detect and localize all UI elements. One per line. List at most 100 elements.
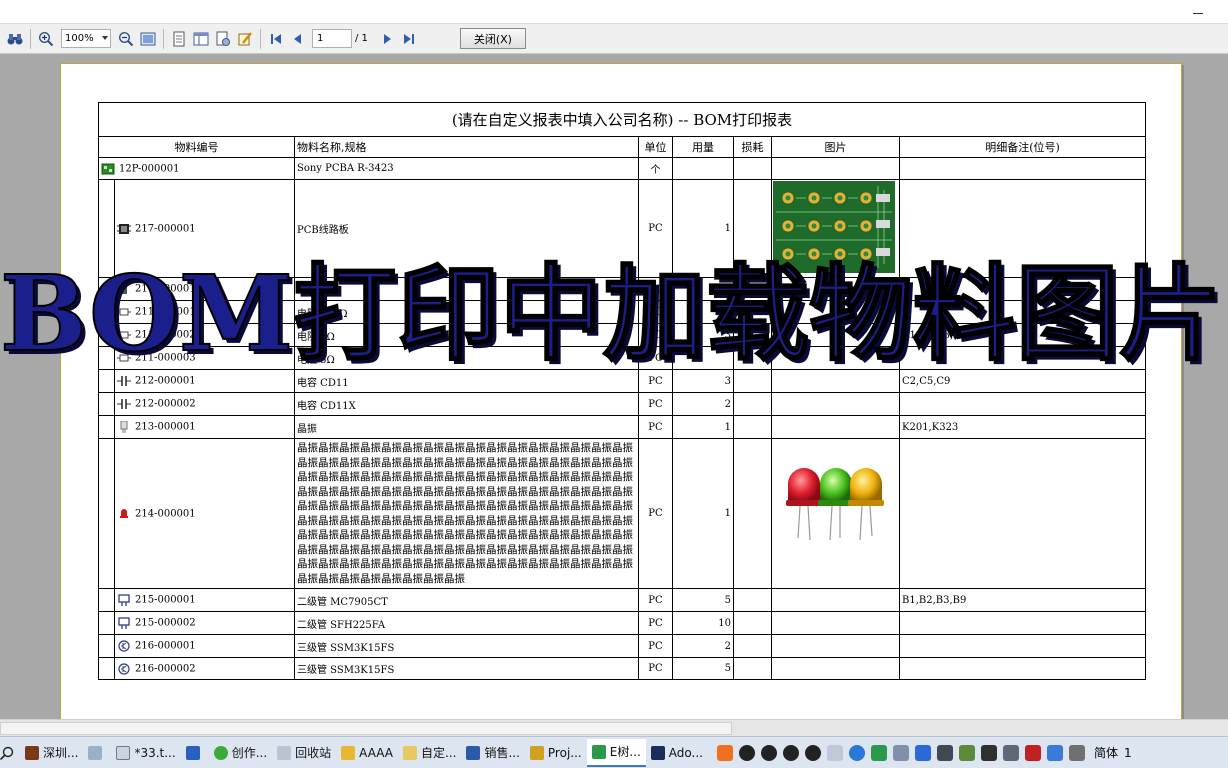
taskbar-item[interactable]: Proj...: [525, 739, 587, 767]
taskbar-item-label: E树...: [609, 745, 641, 759]
taskbar-item[interactable]: 深圳...: [20, 739, 83, 767]
unit-cell: PC: [638, 611, 673, 635]
table-row[interactable]: 217-000001 PCB线路板 PC 1: [98, 179, 1146, 278]
table-row[interactable]: 215-000001 二级管 MC7905CT PC 5 B1,B2,B3,B9: [98, 588, 1146, 612]
clock[interactable]: 1: [1124, 746, 1132, 760]
qq-icon[interactable]: [804, 744, 821, 761]
qq-icon[interactable]: [738, 744, 755, 761]
table-row[interactable]: 211-000003 电阻 5Ω PC: [98, 346, 1146, 370]
horizontal-scrollbar[interactable]: [0, 719, 1228, 736]
image-cell: [771, 300, 900, 324]
taskbar-item[interactable]: 自定...: [398, 739, 461, 767]
minimize-button[interactable]: [1190, 2, 1206, 16]
tray-app-icon[interactable]: [980, 744, 997, 761]
image-cell: [771, 588, 900, 612]
binoculars-icon[interactable]: [5, 29, 25, 49]
image-cell: [771, 438, 900, 589]
page-number-input[interactable]: 1: [312, 29, 352, 48]
scrollbar-thumb[interactable]: [0, 722, 732, 735]
taskbar-item[interactable]: [181, 739, 209, 767]
table-row[interactable]: 212-000002 电容 CD11X PC 2: [98, 392, 1146, 416]
image-cell: [771, 657, 900, 680]
shield-icon[interactable]: [936, 744, 953, 761]
loss-cell: [733, 438, 772, 589]
taskbar-item[interactable]: Ado...: [646, 739, 708, 767]
table-row[interactable]: 215-000002 二级管 SFH225FA PC 10: [98, 611, 1146, 635]
wifi-icon[interactable]: [892, 744, 909, 761]
app-icon: [25, 745, 39, 760]
tray-app-icon[interactable]: [1046, 744, 1063, 761]
edit-report-icon[interactable]: [235, 29, 255, 49]
single-page-icon[interactable]: [169, 29, 189, 49]
ic-chip-icon: [119, 284, 127, 294]
first-page-icon[interactable]: [266, 29, 286, 49]
table-row[interactable]: 216-000002 三级管 SSM3K15FS PC 5: [98, 657, 1146, 680]
loss-cell: [733, 657, 772, 680]
search-icon[interactable]: [0, 739, 20, 767]
tray-app-icon[interactable]: [1002, 744, 1019, 761]
taskbar-item[interactable]: *33.t...: [111, 739, 180, 767]
table-row[interactable]: 12P-000001 Sony PCBA R-3423 个: [98, 157, 1146, 180]
qq-icon[interactable]: [782, 744, 799, 761]
table-header-row: 物料编号 物料名称,规格 单位 用量 损耗 图片 明细备注(位号): [98, 136, 1146, 158]
unit-cell: PC: [638, 392, 673, 416]
qq-icon[interactable]: [760, 744, 777, 761]
taskbar-item[interactable]: 创作...: [209, 739, 272, 767]
loss-cell: [733, 300, 772, 324]
tray-app-icon[interactable]: [848, 744, 865, 761]
unit-cell: PC: [638, 323, 673, 347]
tray-app-icon[interactable]: [958, 744, 975, 761]
page-setup-icon[interactable]: [213, 29, 233, 49]
qty-cell: 3: [672, 323, 734, 347]
tray-app-icon[interactable]: [716, 744, 733, 761]
header-qty: 用量: [672, 136, 734, 158]
name-cell: 三级管 SSM3K15FS: [294, 657, 639, 680]
name-cell: 电容 CD11: [294, 369, 639, 393]
prev-page-icon[interactable]: [288, 29, 308, 49]
unit-cell: PC: [638, 179, 673, 278]
zoom-select[interactable]: 100%: [61, 29, 111, 48]
page-layout-icon[interactable]: [191, 29, 211, 49]
word-icon: [466, 745, 481, 760]
next-page-icon[interactable]: [377, 29, 397, 49]
qty-cell: 1: [672, 179, 734, 278]
tray-app-icon[interactable]: [1024, 744, 1041, 761]
loss-cell: [733, 392, 772, 416]
code-cell: 210-000001: [114, 277, 295, 301]
tray-app-icon[interactable]: [1068, 744, 1085, 761]
tray-app-icon[interactable]: [870, 744, 887, 761]
zoom-out-icon[interactable]: [116, 29, 136, 49]
table-row[interactable]: 210-000001 IC PC: [98, 277, 1146, 301]
qty-cell: [672, 157, 734, 180]
remark-cell: [899, 300, 1146, 324]
taskbar-item[interactable]: 回收站: [272, 739, 336, 767]
fit-page-icon[interactable]: [138, 29, 158, 49]
taskbar-item-label: 销售...: [484, 746, 520, 760]
last-page-icon[interactable]: [399, 29, 419, 49]
unit-cell: PC: [638, 369, 673, 393]
taskbar-item[interactable]: [83, 739, 111, 767]
input-language[interactable]: 简体: [1094, 744, 1118, 761]
taskbar-item-label: *33.t...: [134, 745, 176, 760]
volume-icon[interactable]: [826, 744, 843, 761]
taskbar-item[interactable]: 销售...: [461, 739, 524, 767]
image-cell: [771, 157, 900, 180]
table-row[interactable]: 213-000001 晶振 PC 1 K201,K323: [98, 415, 1146, 439]
taskbar-item-active[interactable]: E树...: [586, 738, 646, 767]
table-row[interactable]: 212-000001 电容 CD11 PC 3 C2,C5,C9: [98, 369, 1146, 393]
close-button[interactable]: 关闭(X): [459, 28, 526, 49]
taskbar-item[interactable]: AAAA: [336, 739, 398, 767]
photoshop-icon: [650, 745, 665, 760]
qty-cell: 5: [672, 657, 734, 680]
tray-app-icon[interactable]: [914, 744, 931, 761]
indent-cell: [98, 277, 115, 301]
code-cell: 217-000001: [114, 179, 295, 278]
loss-cell: [733, 369, 772, 393]
header-code: 物料编号: [98, 136, 295, 158]
table-row[interactable]: 214-000001 晶振晶振晶振晶振晶振晶振晶振晶振晶振晶振晶振晶振晶振晶振晶…: [98, 438, 1146, 589]
table-row[interactable]: 211-000002 电阻 1Ω PC 3 R1,R2,R3,R4: [98, 323, 1146, 347]
zoom-in-icon[interactable]: [36, 29, 56, 49]
taskbar-item-label: Proj...: [547, 745, 582, 760]
table-row[interactable]: 216-000001 三级管 SSM3K15FS PC 2: [98, 634, 1146, 658]
table-row[interactable]: 211-000001 电阻 100Ω PC 5: [98, 300, 1146, 324]
